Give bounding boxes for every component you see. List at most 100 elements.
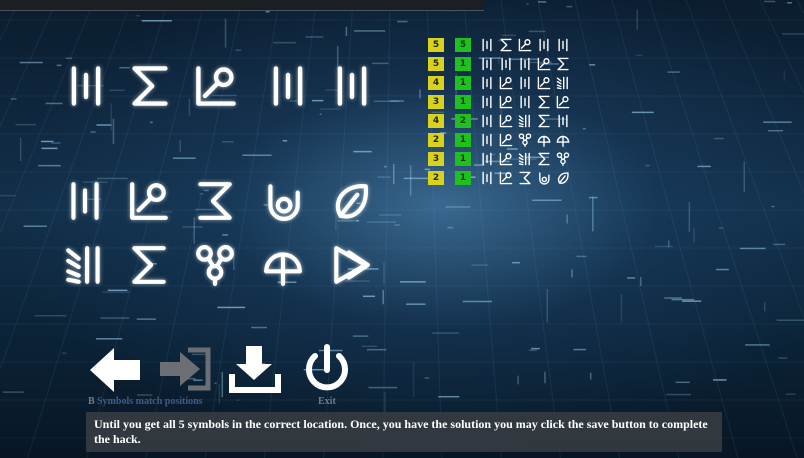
bars3-icon bbox=[520, 57, 530, 71]
back-label: B bbox=[88, 396, 95, 407]
bars3-icon bbox=[482, 95, 492, 109]
triple-circle-icon bbox=[518, 133, 532, 147]
eye-icon bbox=[268, 184, 300, 221]
bars3-icon bbox=[482, 133, 492, 147]
triple-circle-icon bbox=[556, 152, 570, 166]
bars3-icon bbox=[539, 38, 549, 52]
key-icon bbox=[130, 182, 168, 220]
key-icon bbox=[499, 95, 513, 109]
history-green-count: 1 bbox=[455, 57, 471, 71]
action-toolbar bbox=[88, 344, 368, 394]
bars3-icon bbox=[520, 76, 530, 90]
history-green-count: 5 bbox=[455, 38, 471, 52]
history-yellow-count: 3 bbox=[428, 152, 444, 166]
bars3-icon bbox=[482, 152, 492, 166]
reverse-sigma-icon bbox=[519, 171, 531, 185]
bars3-icon bbox=[482, 38, 492, 52]
history-green-count: 1 bbox=[455, 171, 471, 185]
toolbar-captions: B Symbols match positions Exit bbox=[0, 396, 804, 410]
history-yellow-count: 4 bbox=[428, 76, 444, 90]
target-slot-3[interactable] bbox=[194, 64, 238, 108]
history-green-count: 1 bbox=[455, 152, 471, 166]
top-strip bbox=[0, 0, 484, 11]
slash-bars-icon bbox=[556, 76, 568, 90]
instruction-text: Until you get all 5 symbols in the corre… bbox=[94, 417, 708, 446]
palette-symbol-leaf[interactable] bbox=[330, 180, 372, 222]
palette-symbol-double-chevron[interactable] bbox=[330, 244, 372, 286]
sigma-icon bbox=[132, 66, 168, 106]
double-chevron-icon bbox=[334, 246, 370, 284]
key-icon bbox=[196, 66, 236, 106]
key-icon bbox=[499, 171, 513, 185]
sigma-icon bbox=[538, 114, 550, 128]
left-arrow-icon bbox=[90, 348, 140, 392]
history-green-count: 2 bbox=[455, 114, 471, 128]
bars3-icon bbox=[482, 171, 492, 185]
palette-symbol-slash-bars[interactable] bbox=[64, 244, 106, 286]
history-yellow-count: 5 bbox=[428, 57, 444, 71]
bars3-icon bbox=[501, 57, 511, 71]
leaf-icon bbox=[335, 184, 368, 219]
bars3-icon bbox=[558, 38, 568, 52]
sigma-icon bbox=[557, 57, 569, 71]
bars3-icon bbox=[482, 57, 492, 71]
key-icon bbox=[499, 133, 513, 147]
half-circle-icon bbox=[556, 135, 570, 147]
palette-symbol-sigma[interactable] bbox=[128, 244, 170, 286]
sigma-icon bbox=[132, 246, 166, 284]
history-yellow-count: 5 bbox=[428, 38, 444, 52]
exit-button[interactable] bbox=[300, 344, 354, 394]
history-yellow-count: 3 bbox=[428, 95, 444, 109]
instruction-box: Until you get all 5 symbols in the corre… bbox=[86, 412, 722, 452]
eye-icon bbox=[539, 172, 550, 185]
history-yellow-count: 2 bbox=[428, 133, 444, 147]
key-icon bbox=[499, 152, 513, 166]
bars3-icon bbox=[337, 66, 367, 106]
half-circle-icon bbox=[537, 135, 551, 147]
sigma-icon bbox=[500, 38, 512, 52]
bars3-icon bbox=[71, 182, 99, 220]
bars3-icon bbox=[482, 114, 492, 128]
slash-bars-icon bbox=[66, 246, 100, 284]
back-button[interactable] bbox=[88, 344, 142, 394]
palette-symbol-eye[interactable] bbox=[262, 180, 304, 222]
key-icon bbox=[499, 114, 513, 128]
bars3-icon bbox=[71, 66, 101, 106]
palette-symbol-half-circle[interactable] bbox=[262, 244, 304, 286]
sigma-icon bbox=[538, 95, 550, 109]
history-yellow-count: 4 bbox=[428, 114, 444, 128]
history-green-count: 1 bbox=[455, 95, 471, 109]
bars3-icon bbox=[482, 76, 492, 90]
palette-symbol-bars3[interactable] bbox=[64, 180, 106, 222]
bars3-icon bbox=[273, 66, 303, 106]
key-icon bbox=[499, 76, 513, 90]
reset-button[interactable] bbox=[158, 344, 212, 394]
key-icon bbox=[518, 38, 532, 52]
half-circle-icon bbox=[264, 252, 302, 286]
download-icon bbox=[229, 346, 281, 393]
target-slot-2[interactable] bbox=[128, 64, 172, 108]
bars3-icon bbox=[520, 95, 530, 109]
sigma-icon bbox=[538, 152, 550, 166]
faded-caption: Symbols match positions bbox=[97, 396, 203, 407]
leaf-icon bbox=[557, 172, 569, 184]
history-green-count: 1 bbox=[455, 76, 471, 90]
power-icon bbox=[306, 344, 348, 391]
target-slot-5[interactable] bbox=[330, 64, 374, 108]
triple-circle-icon bbox=[196, 245, 234, 286]
key-icon bbox=[556, 95, 570, 109]
key-icon bbox=[537, 76, 551, 90]
palette-symbol-triple-circle[interactable] bbox=[194, 244, 236, 286]
slash-bars-icon bbox=[518, 152, 530, 166]
save-button[interactable] bbox=[228, 344, 282, 394]
history-yellow-count: 2 bbox=[428, 171, 444, 185]
target-slot-4[interactable] bbox=[266, 64, 310, 108]
palette-symbol-key[interactable] bbox=[128, 180, 170, 222]
forward-into-box-icon bbox=[160, 347, 211, 391]
history-green-count: 1 bbox=[455, 133, 471, 147]
palette-symbol-reverse-sigma[interactable] bbox=[194, 180, 236, 222]
bars3-icon bbox=[558, 114, 568, 128]
exit-label: Exit bbox=[318, 396, 336, 407]
target-slot-1[interactable] bbox=[64, 64, 108, 108]
key-icon bbox=[537, 57, 551, 71]
